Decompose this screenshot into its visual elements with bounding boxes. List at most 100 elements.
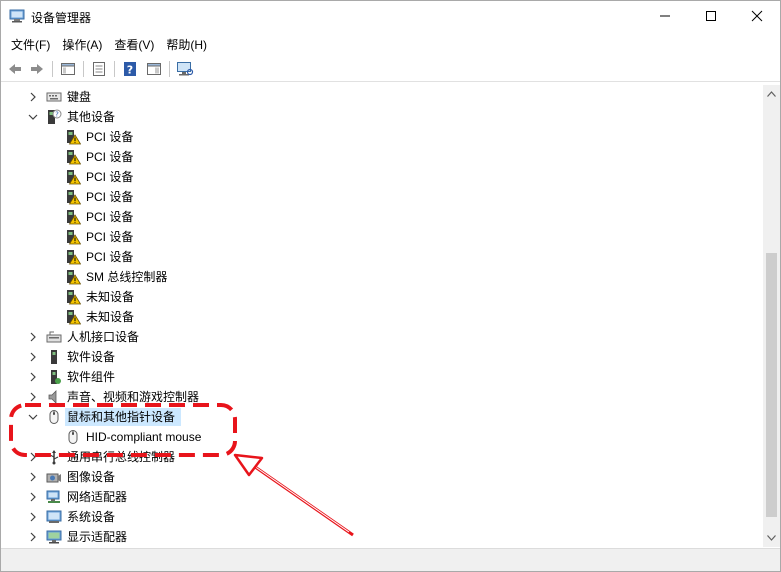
tree-device[interactable]: HID-compliant mouse <box>2 427 762 447</box>
action-pane-button[interactable] <box>144 59 164 79</box>
maximize-button[interactable] <box>688 1 734 31</box>
tree-item-label: 声音、视频和游戏控制器 <box>67 390 200 404</box>
tree-item-label: 键盘 <box>67 90 92 104</box>
tree-category[interactable]: 鼠标和其他指针设备 <box>2 407 762 427</box>
tree-device[interactable]: 未知设备 <box>2 287 762 307</box>
svg-text:?: ? <box>127 64 133 77</box>
tree-item-label: PCI 设备 <box>86 130 134 144</box>
scroll-down-arrow-icon[interactable] <box>767 535 776 541</box>
speaker-icon <box>48 390 57 404</box>
console-tree-button[interactable] <box>58 59 78 79</box>
scroll-up-arrow-icon[interactable] <box>767 91 776 97</box>
tree-device[interactable]: PCI 设备 <box>2 147 762 167</box>
menu-file[interactable]: 文件(F) <box>5 33 56 55</box>
properties-icon <box>93 62 105 76</box>
camera-icon <box>46 473 61 483</box>
tree-item-label: 人机接口设备 <box>67 330 140 344</box>
minimize-button[interactable] <box>642 1 688 31</box>
tree-item-label: 图像设备 <box>67 470 116 484</box>
tree-item-label: 显示适配器 <box>67 530 128 544</box>
vertical-scrollbar[interactable] <box>763 85 780 547</box>
warning-device-icon <box>67 250 81 265</box>
chevron-down-icon[interactable] <box>28 112 38 122</box>
tree-device[interactable]: PCI 设备 <box>2 187 762 207</box>
mouse-icon <box>49 410 59 424</box>
chevron-right-icon[interactable] <box>28 332 38 342</box>
close-button[interactable] <box>734 1 780 31</box>
tree-item-label: 网络适配器 <box>67 490 128 504</box>
tree-category[interactable]: 通用串行总线控制器 <box>2 447 762 467</box>
back-arrow-icon <box>9 64 21 74</box>
action-pane-icon <box>147 63 161 75</box>
back-button[interactable] <box>5 59 25 79</box>
tree-item-label: 通用串行总线控制器 <box>67 450 176 464</box>
tree-category[interactable]: 人机接口设备 <box>2 327 762 347</box>
chevron-right-icon[interactable] <box>28 452 38 462</box>
scan-hardware-button[interactable] <box>175 59 195 79</box>
device-tree[interactable]: 键盘? 其他设备 PCI 设备 PCI 设备 PCI 设备 PCI 设备 PCI 设备 PCI… <box>2 85 762 547</box>
keyboard-icon <box>46 92 62 102</box>
tree-category[interactable]: ? 其他设备 <box>2 107 762 127</box>
tree-device[interactable]: PCI 设备 <box>2 207 762 227</box>
chevron-right-icon[interactable] <box>28 472 38 482</box>
window-title: 设备管理器 <box>31 11 92 25</box>
tree-device[interactable]: 未知设备 <box>2 307 762 327</box>
warning-device-icon <box>67 150 81 165</box>
mouse-icon <box>68 430 78 444</box>
chevron-right-icon[interactable] <box>28 352 38 362</box>
tree-item-label: 未知设备 <box>86 290 135 304</box>
system-device-icon <box>46 510 62 523</box>
title-bar[interactable]: 设备管理器 <box>1 1 780 31</box>
tree-category[interactable]: 系统设备 <box>2 507 762 527</box>
tree-device[interactable]: PCI 设备 <box>2 247 762 267</box>
scan-monitor-icon <box>177 62 194 76</box>
chevron-down-icon[interactable] <box>28 412 38 422</box>
tree-category[interactable]: 键盘 <box>2 87 762 107</box>
network-icon <box>46 490 60 503</box>
tree-category[interactable]: 声音、视频和游戏控制器 <box>2 387 762 407</box>
forward-button[interactable] <box>27 59 47 79</box>
tree-category[interactable]: 软件组件 <box>2 367 762 387</box>
tree-device[interactable]: PCI 设备 <box>2 227 762 247</box>
properties-button[interactable] <box>89 59 109 79</box>
toolbar: ? <box>1 56 780 82</box>
tree-device[interactable]: PCI 设备 <box>2 127 762 147</box>
menu-action[interactable]: 操作(A) <box>56 33 108 55</box>
menu-bar: 文件(F) 操作(A) 查看(V) 帮助(H) <box>1 33 780 55</box>
chevron-right-icon[interactable] <box>28 372 38 382</box>
tree-category[interactable]: 显示适配器 <box>2 527 762 547</box>
tree-item-label: PCI 设备 <box>86 190 134 204</box>
warning-device-icon <box>67 170 81 185</box>
tree-category[interactable]: 网络适配器 <box>2 487 762 507</box>
tree-device[interactable]: PCI 设备 <box>2 167 762 187</box>
menu-help[interactable]: 帮助(H) <box>160 33 213 55</box>
display-adapter-icon <box>46 530 62 544</box>
vertical-scroll-thumb[interactable] <box>766 253 777 517</box>
chevron-right-icon[interactable] <box>28 512 38 522</box>
tree-item-label: 鼠标和其他指针设备 <box>67 410 176 424</box>
tree-item-label: 软件组件 <box>67 370 116 384</box>
unknown-device-icon: ? <box>48 109 62 124</box>
tree-category[interactable]: 图像设备 <box>2 467 762 487</box>
software-device-icon <box>51 350 57 364</box>
warning-device-icon <box>67 270 81 285</box>
menu-view[interactable]: 查看(V) <box>108 33 160 55</box>
usb-icon <box>49 450 59 465</box>
tree-category[interactable]: 软件设备 <box>2 347 762 367</box>
chevron-right-icon[interactable] <box>28 492 38 502</box>
help-button[interactable]: ? <box>120 59 140 79</box>
tree-item-label: PCI 设备 <box>86 170 134 184</box>
tree-item-label: PCI 设备 <box>86 250 134 264</box>
tree-item-label: 其他设备 <box>67 110 116 124</box>
chevron-right-icon[interactable] <box>28 532 38 542</box>
warning-device-icon <box>67 310 81 325</box>
chevron-right-icon[interactable] <box>28 92 38 102</box>
toolbar-separator <box>83 61 84 77</box>
toolbar-separator <box>169 61 170 77</box>
chevron-right-icon[interactable] <box>28 392 38 402</box>
tree-item-label: 系统设备 <box>67 510 116 524</box>
console-tree-icon <box>61 63 75 75</box>
maximize-icon <box>706 11 716 21</box>
tree-item-label: SM 总线控制器 <box>86 270 168 284</box>
tree-device[interactable]: SM 总线控制器 <box>2 267 762 287</box>
